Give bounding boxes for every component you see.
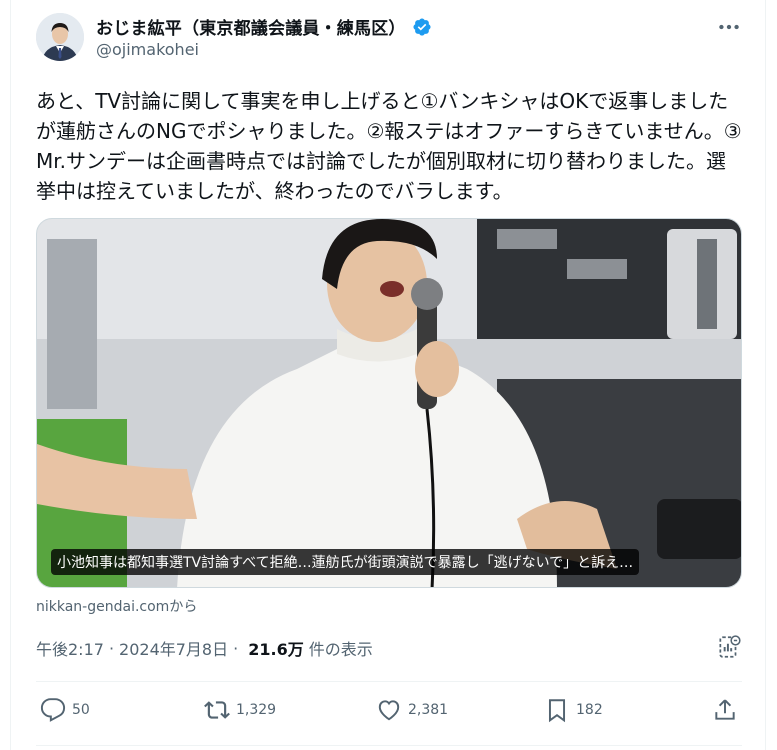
meta-separator: ·	[233, 638, 239, 658]
bookmark-icon	[548, 699, 566, 723]
more-icon[interactable]	[716, 14, 742, 40]
bookmark-count: 182	[576, 702, 603, 718]
repost-button[interactable]: 1,329	[204, 697, 276, 723]
action-bar: 50 1,329 2,381 182	[36, 697, 742, 729]
name-row: おじま紘平（東京都議会議員・練馬区）	[96, 14, 432, 39]
views-count: 21.6万	[248, 640, 304, 659]
link-card-image	[37, 219, 741, 587]
reply-icon	[40, 698, 66, 722]
share-icon	[715, 699, 735, 720]
post-text: あと、TV討論に関して事実を申し上げると①バンキシャはOKで返事しましたが蓮舫さ…	[36, 89, 742, 203]
divider	[36, 745, 742, 746]
like-button[interactable]: 2,381	[376, 697, 448, 723]
verified-badge-icon	[413, 17, 431, 36]
meta-separator: ·	[108, 638, 115, 658]
avatar-image	[36, 13, 84, 61]
like-icon	[378, 700, 400, 721]
reply-count: 50	[72, 702, 90, 718]
display-name[interactable]: おじま紘平（東京都議会議員・練馬区）	[96, 14, 406, 39]
share-button[interactable]	[712, 697, 738, 723]
analytics-icon[interactable]	[716, 634, 742, 660]
like-count: 2,381	[408, 702, 449, 718]
post-time[interactable]: 午後2:17	[36, 636, 104, 660]
divider	[36, 681, 742, 682]
repost-count: 1,329	[236, 702, 277, 718]
link-source[interactable]: nikkan-gendai.comから	[36, 596, 197, 616]
repost-icon	[204, 701, 230, 719]
post-meta: 午後2:17 · 2024年7月8日 · 21.6万 件の表示	[36, 636, 373, 660]
bookmark-button[interactable]: 182	[544, 697, 603, 723]
views-label: 件の表示	[308, 640, 373, 659]
link-card-caption: 小池知事は都知事選TV討論すべて拒絶…蓮舫氏が街頭演説で暴露し「逃げないで」と訴…	[51, 549, 640, 575]
link-card[interactable]: 小池知事は都知事選TV討論すべて拒絶…蓮舫氏が街頭演説で暴露し「逃げないで」と訴…	[36, 218, 742, 588]
post-date[interactable]: 2024年7月8日	[119, 636, 228, 660]
avatar[interactable]	[36, 13, 84, 61]
reply-button[interactable]: 50	[40, 697, 90, 723]
user-handle[interactable]: @ojimakohei	[96, 40, 199, 59]
